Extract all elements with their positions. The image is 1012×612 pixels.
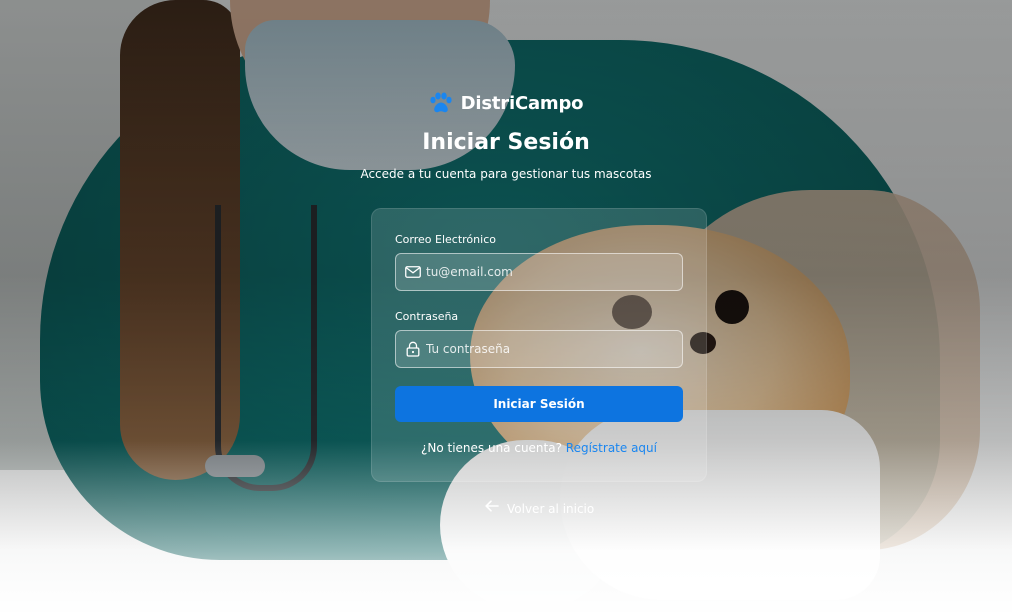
password-input[interactable] xyxy=(421,331,682,367)
register-prompt-text: ¿No tienes una cuenta? xyxy=(420,441,562,455)
page-title: Iniciar Sesión xyxy=(422,130,590,155)
email-input[interactable] xyxy=(421,254,682,290)
password-label: Contraseña xyxy=(395,310,459,323)
page-subtitle: Accede a tu cuenta para gestionar tus ma… xyxy=(360,167,652,181)
mail-icon xyxy=(405,264,421,280)
brand-header: DistriCampo xyxy=(0,92,1012,114)
paw-icon xyxy=(429,92,453,114)
brand-name: DistriCampo xyxy=(460,92,584,114)
register-link[interactable]: Regístrate aquí xyxy=(566,441,657,455)
back-link-label: Volver al inicio xyxy=(507,502,595,516)
register-prompt: ¿No tienes una cuenta? Regístrate aquí xyxy=(372,441,706,455)
login-form: Correo Electrónico Contraseña Iniciar xyxy=(371,208,707,482)
back-to-home-link[interactable]: Volver al inicio xyxy=(485,500,594,516)
arrow-left-icon xyxy=(485,500,499,512)
login-button[interactable]: Iniciar Sesión xyxy=(395,386,683,422)
email-label: Correo Electrónico xyxy=(395,233,496,246)
email-field-wrapper xyxy=(395,253,683,291)
lock-icon xyxy=(405,341,421,357)
password-field-wrapper xyxy=(395,330,683,368)
login-page: DistriCampo Iniciar Sesión Accede a tu c… xyxy=(0,0,1012,612)
